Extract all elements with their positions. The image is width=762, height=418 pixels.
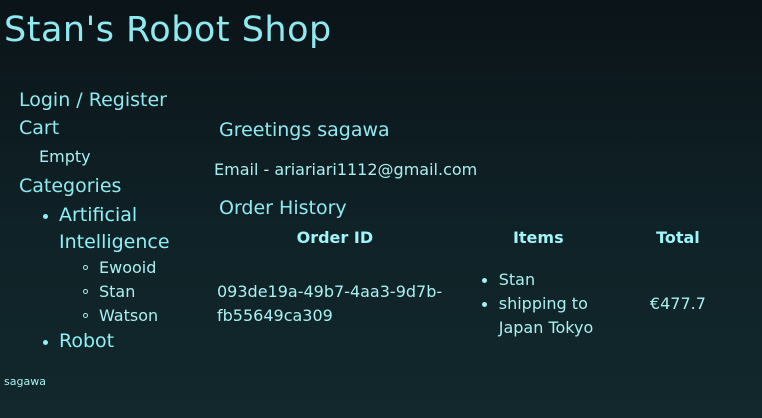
category-label-robot[interactable]: Robot	[59, 330, 114, 352]
column-header-order-id: Order ID	[296, 228, 374, 247]
list-item: Stan	[457, 268, 620, 292]
product-link-stan[interactable]: Stan	[19, 280, 204, 304]
login-register-link[interactable]: Login / Register	[19, 86, 204, 114]
site-title: Stan's Robot Shop	[4, 10, 332, 50]
user-email: Email - ariariari1112@gmail.com	[214, 160, 478, 179]
table-header-row: Order ID Items Total	[215, 224, 734, 262]
table-row: 093de19a-49b7-4aa3-9d7b-fb55649ca309 Sta…	[215, 262, 734, 346]
order-total-cell: €477.7	[649, 294, 706, 313]
category-list: Artificial Intelligence Ewooid Stan Wats…	[19, 202, 204, 355]
product-list: Ewooid Stan Watson	[59, 256, 204, 328]
sidebar: Login / Register Cart Empty Categories A…	[19, 86, 204, 355]
footer-username: sagawa	[4, 375, 46, 388]
product-link-watson[interactable]: Watson	[19, 304, 204, 328]
order-history-heading: Order History	[219, 197, 347, 219]
main-content: Greetings sagawa Email - ariariari1112@g…	[214, 116, 734, 346]
category-item[interactable]: Robot	[19, 328, 204, 355]
order-item-list: Stan shipping to Japan Tokyo	[457, 268, 620, 340]
product-link-ewooid[interactable]: Ewooid	[19, 256, 204, 280]
list-item: shipping to Japan Tokyo	[457, 292, 620, 340]
column-header-items: Items	[512, 228, 564, 247]
greeting-heading: Greetings sagawa	[219, 119, 390, 141]
cart-link[interactable]: Cart	[19, 114, 204, 142]
order-history-table: Order ID Items Total 093de19a-49b7-4aa3-…	[215, 224, 734, 346]
cart-status: Empty	[39, 147, 91, 166]
categories-heading: Categories	[19, 175, 122, 197]
column-header-total: Total	[656, 228, 700, 247]
order-items-cell: Stan shipping to Japan Tokyo	[455, 262, 622, 346]
order-id-cell: 093de19a-49b7-4aa3-9d7b-fb55649ca309	[217, 282, 443, 325]
category-label-artificial-intelligence[interactable]: Artificial Intelligence	[59, 204, 170, 253]
category-item[interactable]: Artificial Intelligence Ewooid Stan Wats…	[19, 202, 204, 328]
